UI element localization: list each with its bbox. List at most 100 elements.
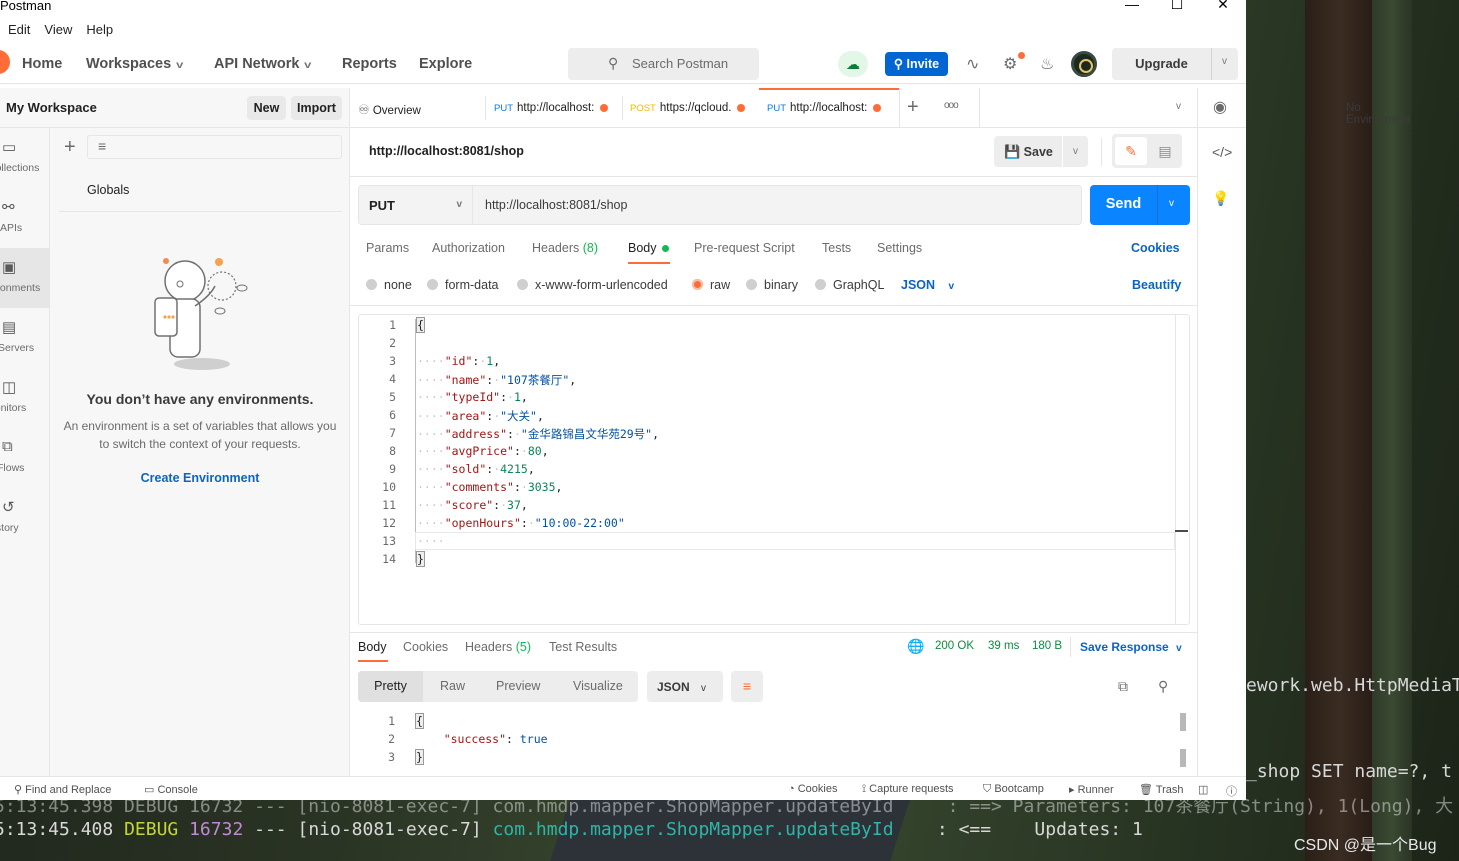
tab-headers[interactable]: Headers (8) — [532, 241, 598, 255]
menu-view[interactable]: View — [44, 22, 72, 37]
search-input[interactable]: ⚲ Search Postman — [568, 48, 759, 80]
request-title[interactable]: http://localhost:8081/shop — [369, 144, 524, 158]
postman-logo[interactable] — [0, 50, 10, 74]
response-status[interactable]: 200 OK — [935, 640, 974, 652]
scrollbar-thumb[interactable] — [1180, 749, 1186, 767]
globe-icon[interactable]: 🌐 — [907, 638, 924, 655]
nav-home[interactable]: Home — [22, 56, 62, 72]
radio-raw[interactable]: raw — [692, 278, 730, 292]
tab-pre-request-script[interactable]: Pre-request Script — [694, 241, 795, 255]
add-environment-icon[interactable]: + — [64, 136, 76, 159]
code-icon[interactable]: </> — [1212, 144, 1232, 160]
runner-button[interactable]: ▸ Runner — [1069, 783, 1114, 796]
nav-api-network[interactable]: API Network v — [214, 56, 312, 72]
editor-scrollbar[interactable] — [1175, 315, 1189, 624]
save-options-chevron[interactable]: v — [1063, 136, 1088, 167]
view-preview[interactable]: Preview — [496, 679, 540, 693]
cookies-link[interactable]: Cookies — [1131, 241, 1180, 255]
response-tab-cookies[interactable]: Cookies — [403, 640, 448, 654]
globals-item[interactable]: Globals — [87, 183, 129, 197]
scrollbar-thumb[interactable] — [1175, 530, 1188, 532]
maximize-button[interactable]: ☐ — [1162, 0, 1192, 14]
edit-icon[interactable]: ✎ — [1115, 137, 1147, 165]
radio-graphql[interactable]: GraphQL — [815, 278, 884, 292]
import-button[interactable]: Import — [291, 96, 342, 120]
minimize-button[interactable]: — — [1117, 0, 1147, 14]
sidebar-item-history[interactable]: ↺History — [0, 488, 50, 548]
menu-help[interactable]: Help — [86, 22, 113, 37]
response-tab-body[interactable]: Body — [358, 640, 387, 654]
bell-icon[interactable]: ♨ — [1040, 54, 1054, 74]
response-tab-test-results[interactable]: Test Results — [549, 640, 617, 654]
sidebar-item-environments[interactable]: ▣Environments — [0, 248, 50, 308]
environment-select[interactable]: No Environment — [1346, 102, 1411, 126]
tab-settings[interactable]: Settings — [877, 241, 922, 255]
view-pretty[interactable]: Pretty — [358, 671, 423, 702]
tab-request-active[interactable]: PUT http://localhost: — [759, 88, 899, 128]
send-button[interactable]: Send v — [1090, 185, 1190, 225]
create-environment-link[interactable]: Create Environment — [50, 471, 350, 485]
capture-requests-button[interactable]: ⟟ Capture requests — [862, 783, 954, 796]
tab-request[interactable]: POST https://qcloud. — [630, 88, 746, 128]
radio-x-www-form-urlencoded[interactable]: x-www-form-urlencoded — [517, 278, 668, 292]
two-pane-icon[interactable]: ◫ — [1198, 783, 1208, 796]
response-tab-headers[interactable]: Headers (5) — [465, 640, 531, 654]
view-visualize[interactable]: Visualize — [573, 679, 623, 693]
chevron-down-icon[interactable]: v — [1176, 101, 1181, 112]
beautify-link[interactable]: Beautify — [1132, 278, 1181, 292]
chevron-down-icon[interactable]: v — [1169, 198, 1174, 209]
url-input[interactable]: http://localhost:8081/shop — [473, 185, 1082, 225]
help-icon[interactable]: ⓘ — [1226, 783, 1237, 799]
avatar[interactable] — [1071, 51, 1097, 77]
search-icon[interactable]: ⚲ — [1158, 678, 1168, 695]
settings-icon[interactable]: ⚙ — [1003, 54, 1017, 74]
cookies-button[interactable]: ◔ Cookies — [788, 783, 837, 795]
tab-body[interactable]: Body — [628, 241, 669, 255]
documentation-icon[interactable]: ▤ — [1150, 137, 1180, 165]
eye-icon[interactable]: ◉ — [1213, 97, 1227, 117]
chevron-down-icon[interactable]: v — [1222, 56, 1227, 67]
sidebar-item-apis[interactable]: ⚯ APIs — [0, 188, 50, 248]
trash-button[interactable]: 🗑 Trash — [1139, 783, 1184, 796]
lightbulb-icon[interactable]: 💡 — [1212, 190, 1229, 207]
upgrade-button[interactable]: Upgrade v — [1112, 48, 1238, 80]
response-size[interactable]: 180 B — [1032, 640, 1062, 652]
request-body-editor[interactable]: 1{2 3 ····"id":·1, 4 ····"name":·"107茶餐厅", 5 ·… — [358, 314, 1190, 625]
body-format-select[interactable]: JSON v — [901, 278, 954, 292]
sidebar-item-mock-servers[interactable]: ▤Mock Servers — [0, 308, 50, 368]
response-time[interactable]: 39 ms — [988, 640, 1019, 652]
menu-edit[interactable]: Edit — [8, 22, 30, 37]
nav-reports[interactable]: Reports — [342, 56, 397, 72]
tab-tests[interactable]: Tests — [822, 241, 851, 255]
sync-status-icon[interactable]: ☁ — [838, 51, 868, 77]
tab-authorization[interactable]: Authorization — [432, 241, 505, 255]
bootcamp-button[interactable]: ⛉ Bootcamp — [983, 783, 1044, 796]
satellite-icon[interactable]: ∿ — [966, 54, 979, 74]
console-button[interactable]: ▭ Console — [144, 783, 198, 796]
scrollbar-thumb[interactable] — [1180, 713, 1186, 731]
sidebar-item-monitors[interactable]: ◫Monitors — [0, 368, 50, 428]
sidebar-item-collections[interactable]: ▭Collections — [0, 128, 50, 188]
view-raw[interactable]: Raw — [440, 679, 465, 693]
wrap-lines-icon[interactable]: ≡ — [731, 671, 763, 702]
radio-none[interactable]: none — [366, 278, 412, 292]
nav-workspaces[interactable]: Workspaces v — [86, 56, 184, 72]
save-button[interactable]: 💾 Save — [994, 136, 1062, 167]
invite-button[interactable]: ⚲ Invite — [885, 52, 948, 76]
nav-explore[interactable]: Explore — [419, 56, 472, 72]
save-response-button[interactable]: Save Response v — [1080, 640, 1182, 654]
close-button[interactable]: ✕ — [1208, 0, 1238, 14]
workspace-name[interactable]: My Workspace — [6, 100, 97, 115]
response-format-select[interactable]: JSON v — [647, 671, 723, 702]
more-tabs-icon[interactable]: ooo — [944, 100, 959, 111]
radio-binary[interactable]: binary — [746, 278, 798, 292]
new-tab-icon[interactable]: + — [907, 96, 919, 119]
new-button[interactable]: New — [247, 96, 286, 120]
radio-form-data[interactable]: form-data — [427, 278, 499, 292]
copy-icon[interactable]: ⧉ — [1118, 678, 1128, 695]
find-replace-button[interactable]: ⚲ Find and Replace — [14, 783, 111, 796]
tab-overview[interactable]: ♾ Overview — [358, 88, 480, 128]
method-select[interactable]: PUT v — [358, 185, 473, 225]
filter-input[interactable]: ≡ — [87, 135, 342, 159]
tab-request[interactable]: PUT http://localhost: — [494, 88, 609, 128]
